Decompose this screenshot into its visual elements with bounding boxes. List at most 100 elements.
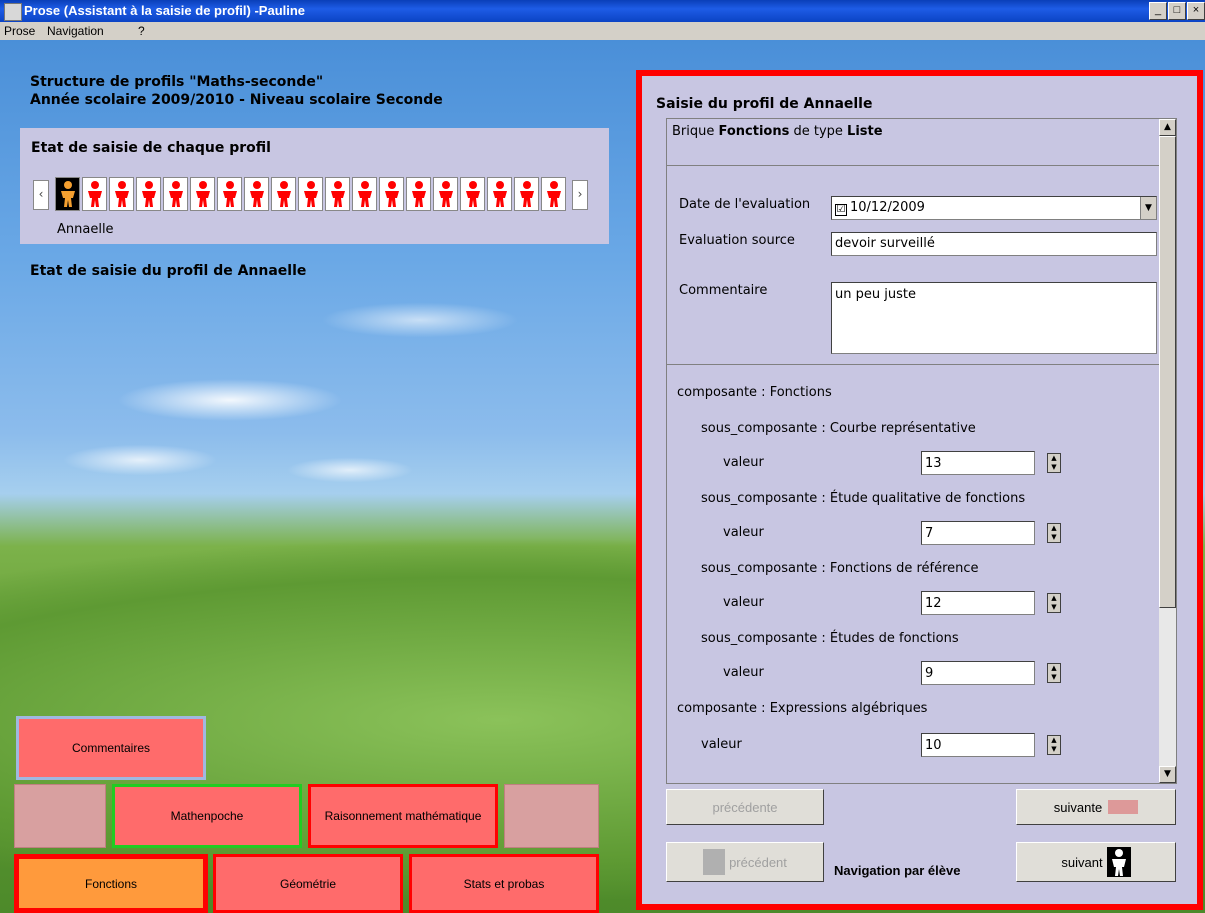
spinner-arrows-icon[interactable]: ▲ ▼ [1047,663,1061,683]
structure-info: Structure de profils "Maths-seconde" Ann… [30,73,443,109]
next-student-button[interactable]: suivant [1016,842,1176,882]
person-icon [1106,847,1131,877]
student-icon[interactable] [487,177,512,211]
date-checkbox[interactable]: ☑ [835,204,847,216]
source-label: Evaluation source [679,233,795,248]
student-icon[interactable] [217,177,242,211]
window-title: Prose (Assistant à la saisie de profil) … [24,3,306,18]
subcomponent-heading: sous_composante : Études de fonctions [701,631,959,646]
value-spinner[interactable]: 7 ▲ ▼ [921,521,1063,545]
student-navigation-label: Navigation par élève [834,863,961,878]
value-label: valeur [701,737,742,752]
source-input[interactable]: devoir surveillé [831,232,1157,256]
value-input[interactable]: 10 [921,733,1035,757]
window-controls: _ □ × [1149,2,1205,20]
brique-mid: de type [789,124,848,139]
comment-label: Commentaire [679,283,768,298]
student-icon[interactable] [82,177,107,211]
previous-student-button[interactable]: précédent [666,842,824,882]
subcomponent-heading: sous_composante : Courbe représentative [701,421,976,436]
value-spinner[interactable]: 9 ▲ ▼ [921,661,1063,685]
student-icon[interactable] [325,177,350,211]
dropdown-arrow-icon[interactable]: ▼ [1140,197,1156,219]
value-label: valeur [723,455,764,470]
spinner-arrows-icon[interactable]: ▲ ▼ [1047,735,1061,755]
student-icon[interactable] [298,177,323,211]
date-label: Date de l'evaluation [679,197,811,212]
next-brick-button[interactable]: suivante [1016,789,1176,825]
student-icon[interactable] [460,177,485,211]
student-icon[interactable] [379,177,404,211]
geometrie-tile[interactable]: Géométrie [213,854,403,913]
close-button[interactable]: × [1187,2,1205,20]
student-icon[interactable] [244,177,269,211]
menu-help[interactable]: ? [138,24,145,38]
state-heading: Etat de saisie de chaque profil [31,140,271,156]
student-icon[interactable] [109,177,134,211]
value-spinner[interactable]: 12 ▲ ▼ [921,591,1063,615]
menu-prose[interactable]: Prose [4,24,35,38]
student-icon[interactable] [406,177,431,211]
student-icon[interactable] [136,177,161,211]
raisonnement-tile[interactable]: Raisonnement mathématique [308,784,498,848]
value-input[interactable]: 9 [921,661,1035,685]
brique-header: Brique Fonctions de type Liste [672,124,883,139]
scroll-right-button[interactable]: › [572,180,588,210]
empty-tile [504,784,599,848]
brique-type: Liste [847,124,883,139]
brique-prefix: Brique [672,124,719,139]
next-brick-label: suivante [1053,799,1103,815]
profile-state-box: Etat de saisie de chaque profil ‹ › Anna… [20,128,609,244]
value-input[interactable]: 12 [921,591,1035,615]
scroll-down-icon[interactable]: ▼ [1159,766,1176,783]
student-list [55,177,568,211]
component-heading: composante : Expressions algébriques [677,701,928,716]
scroll-up-icon[interactable]: ▲ [1159,119,1176,136]
student-icon-selected[interactable] [55,177,80,211]
vertical-scrollbar[interactable]: ▲ ▼ [1159,119,1176,783]
value-label: valeur [723,595,764,610]
value-input[interactable]: 7 [921,521,1035,545]
next-student-label: suivant [1061,854,1103,870]
date-picker[interactable]: ☑ 10/12/2009 ▼ [831,196,1157,220]
window-titlebar[interactable]: Prose (Assistant à la saisie de profil) … [0,0,1205,22]
commentaires-tile[interactable]: Commentaires [16,716,206,780]
fonctions-tile[interactable]: Fonctions [14,854,208,913]
subcomponent-heading: sous_composante : Étude qualitative de f… [701,491,1026,506]
structure-title: Structure de profils "Maths-seconde" [30,74,324,90]
person-icon [703,849,726,875]
spinner-arrows-icon[interactable]: ▲ ▼ [1047,453,1061,473]
selected-student-name: Annaelle [57,222,114,237]
spinner-arrows-icon[interactable]: ▲ ▼ [1047,593,1061,613]
previous-brick-button[interactable]: précédente [666,789,824,825]
student-icon[interactable] [271,177,296,211]
value-spinner[interactable]: 10 ▲ ▼ [921,733,1063,757]
divider [667,364,1159,365]
scrollbar-thumb[interactable] [1159,136,1176,608]
student-icon[interactable] [433,177,458,211]
student-icon[interactable] [352,177,377,211]
form-frame: Brique Fonctions de type Liste Date de l… [666,118,1177,784]
component-heading: composante : Fonctions [677,385,832,400]
maximize-button[interactable]: □ [1168,2,1186,20]
value-input[interactable]: 13 [921,451,1035,475]
spinner-arrows-icon[interactable]: ▲ ▼ [1047,523,1061,543]
mathenpoche-tile[interactable]: Mathenpoche [112,784,302,848]
empty-tile [14,784,106,848]
subcomponent-heading: sous_composante : Fonctions de référence [701,561,979,576]
student-icon[interactable] [163,177,188,211]
profile-state-heading: Etat de saisie du profil de Annaelle [30,263,307,279]
stats-tile[interactable]: Stats et probas [409,854,599,913]
previous-student-label: précédent [729,854,787,870]
student-icon[interactable] [190,177,215,211]
menu-navigation[interactable]: Navigation [47,24,104,38]
menu-bar: Prose Navigation ? [0,22,1205,40]
student-icon[interactable] [541,177,566,211]
comment-textarea[interactable]: un peu juste [831,282,1157,354]
student-icon[interactable] [514,177,539,211]
divider [667,165,1159,166]
brique-name: Fonctions [718,124,790,139]
minimize-button[interactable]: _ [1149,2,1167,20]
scroll-left-button[interactable]: ‹ [33,180,49,210]
value-spinner[interactable]: 13 ▲ ▼ [921,451,1063,475]
